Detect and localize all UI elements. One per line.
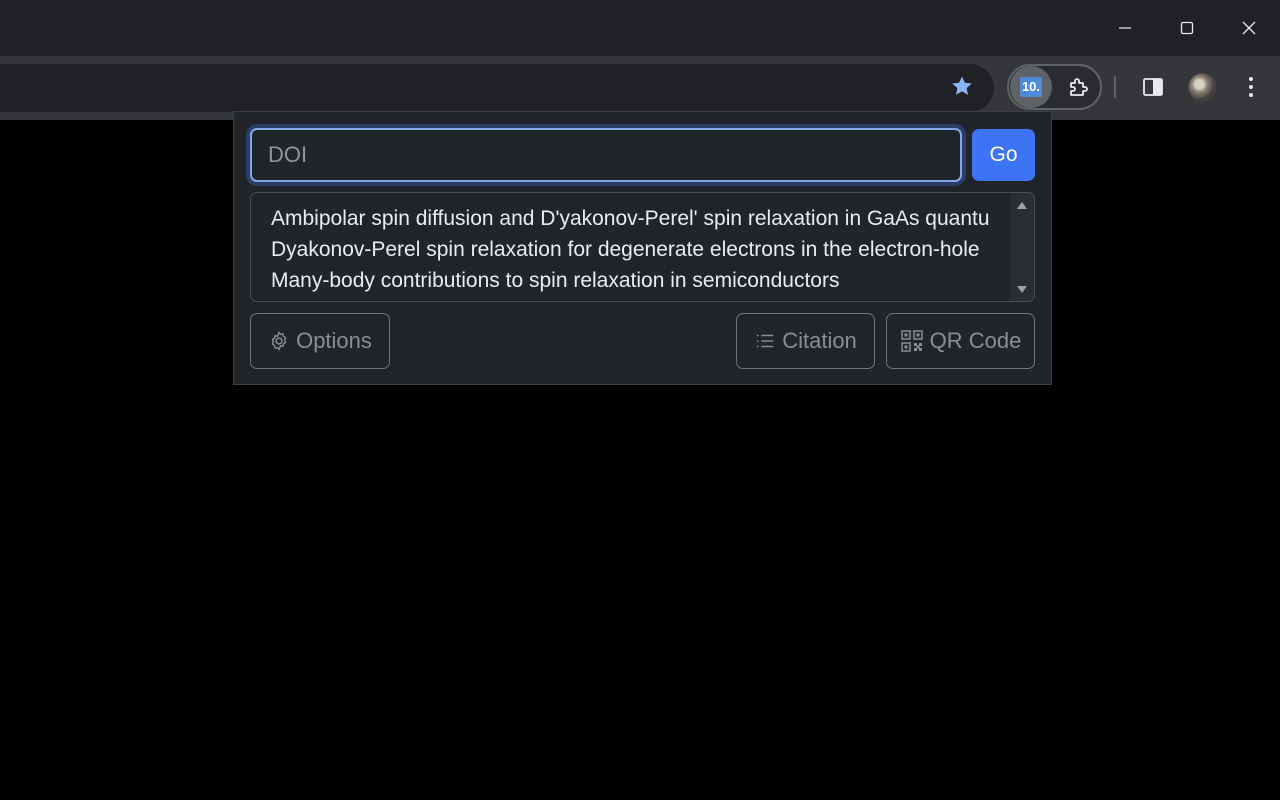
result-item[interactable]: Ambipolar spin diffusion and D'yakonov-P… xyxy=(271,203,1011,234)
bookmark-star-button[interactable] xyxy=(942,66,982,106)
side-panel-icon xyxy=(1143,78,1163,96)
scroll-up-arrow-icon[interactable] xyxy=(1017,201,1027,209)
result-item[interactable]: Dyakonov-Perel spin relaxation for degen… xyxy=(271,234,1011,265)
address-bar[interactable] xyxy=(0,64,994,112)
profile-avatar[interactable] xyxy=(1188,73,1216,101)
doi-extension-button[interactable]: 10. xyxy=(1010,66,1052,108)
kebab-menu-icon[interactable] xyxy=(1236,70,1266,104)
results-list[interactable]: Ambipolar spin diffusion and D'yakonov-P… xyxy=(250,192,1035,302)
extensions-menu-button[interactable] xyxy=(1060,68,1098,106)
side-panel-button[interactable] xyxy=(1134,68,1172,106)
citation-label: Citation xyxy=(782,328,857,353)
gear-icon xyxy=(271,331,287,351)
title-bar xyxy=(0,0,1280,56)
citation-button[interactable]: Citation xyxy=(736,313,875,369)
puzzle-icon xyxy=(1070,78,1088,96)
extension-badge: 10. xyxy=(1020,77,1042,97)
maximize-icon xyxy=(1180,21,1194,35)
result-item[interactable]: Many-body contributions to spin relaxati… xyxy=(271,265,1011,296)
toolbar-separator xyxy=(1114,76,1116,98)
qr-code-label: QR Code xyxy=(929,328,1022,353)
star-icon xyxy=(952,76,972,95)
minimize-icon xyxy=(1119,27,1131,29)
scroll-down-arrow-icon[interactable] xyxy=(1017,285,1027,293)
close-icon xyxy=(1242,21,1256,35)
close-button[interactable] xyxy=(1218,0,1280,56)
options-label: Options xyxy=(296,328,372,353)
go-button[interactable]: Go xyxy=(972,129,1035,181)
minimize-button[interactable] xyxy=(1094,0,1156,56)
qr-code-button[interactable]: QR Code xyxy=(886,313,1035,369)
doi-input[interactable] xyxy=(250,128,962,182)
options-button[interactable]: Options xyxy=(250,313,390,369)
maximize-button[interactable] xyxy=(1156,0,1218,56)
list-icon xyxy=(756,334,774,348)
doi-popup: Go Ambipolar spin diffusion and D'yakono… xyxy=(233,111,1052,385)
qr-code-icon xyxy=(900,330,923,352)
